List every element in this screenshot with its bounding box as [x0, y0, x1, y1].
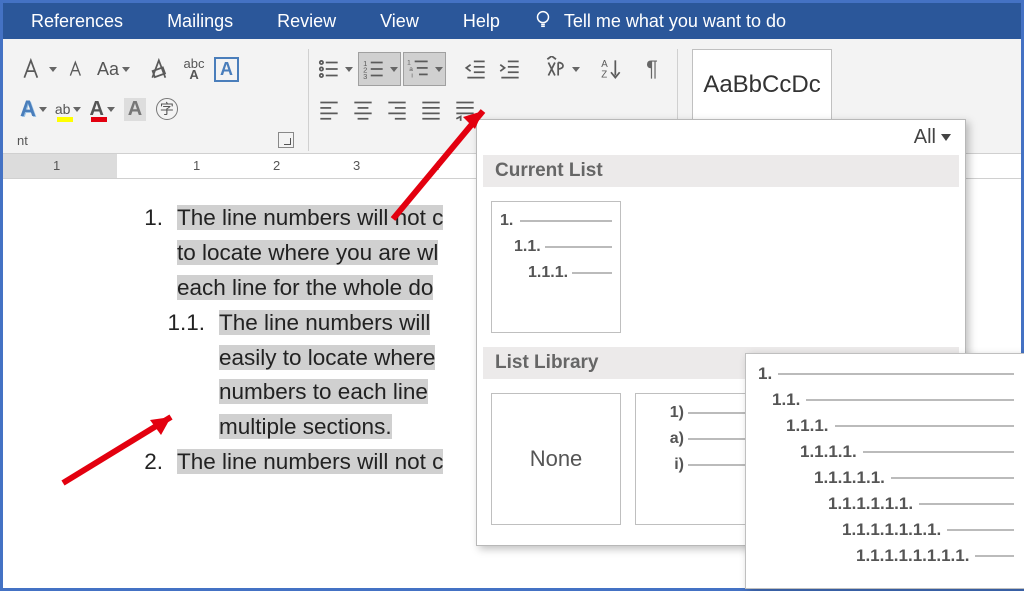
doc-text: multiple sections.	[219, 414, 392, 439]
multilevel-list-preview: 1. 1.1. 1.1.1. 1.1.1.1. 1.1.1.1.1. 1.1.1…	[745, 353, 1024, 589]
bullets-button[interactable]	[313, 52, 356, 86]
tab-references[interactable]: References	[9, 3, 145, 39]
doc-text: The line numbers will not c	[177, 449, 443, 474]
ruler-num: 1	[193, 158, 200, 173]
doc-text: each line for the whole do	[177, 275, 433, 300]
doc-text: easily to locate where	[219, 345, 435, 370]
shrink-font-button[interactable]	[62, 52, 92, 86]
grow-font-button[interactable]	[17, 52, 60, 86]
list-number: 1.	[123, 201, 177, 236]
svg-text:3: 3	[363, 72, 367, 81]
multilevel-list-button[interactable]: 1ai	[403, 52, 446, 86]
character-border-button[interactable]: A	[211, 52, 242, 86]
annotation-arrow-icon	[383, 99, 513, 229]
clear-formatting-button[interactable]	[145, 52, 177, 86]
list-library-none[interactable]: None	[491, 393, 621, 525]
change-case-button[interactable]: Aa	[94, 52, 133, 86]
text-effects-button[interactable]: A	[17, 92, 50, 126]
svg-text:i: i	[411, 73, 412, 80]
decrease-indent-button[interactable]	[460, 52, 492, 86]
font-group-label: nt	[17, 133, 28, 148]
tab-review[interactable]: Review	[255, 3, 358, 39]
tab-help[interactable]: Help	[441, 3, 522, 39]
highlight-color-button[interactable]: ab	[52, 92, 85, 126]
ruler-num: 3	[353, 158, 360, 173]
align-center-button[interactable]	[347, 92, 379, 126]
character-shading-button[interactable]: A	[120, 92, 150, 126]
ruler-num: 1	[53, 158, 60, 173]
show-paragraph-marks-button[interactable]: ¶	[637, 52, 667, 86]
svg-text:Z: Z	[601, 70, 607, 81]
align-left-button[interactable]	[313, 92, 345, 126]
doc-text: to locate where you are wl	[177, 240, 438, 265]
annotation-arrow-icon	[53, 403, 193, 493]
font-group: Aa abcA A A ab A A 字 nt	[13, 49, 309, 151]
numbering-button[interactable]: 123	[358, 52, 401, 86]
all-lists-dropdown[interactable]: All	[914, 126, 951, 149]
increase-indent-button[interactable]	[494, 52, 526, 86]
doc-text: The line numbers will	[219, 310, 430, 335]
doc-text: numbers to each line	[219, 379, 428, 404]
svg-text:A: A	[601, 59, 608, 70]
tab-view[interactable]: View	[358, 3, 441, 39]
style-normal[interactable]: AaBbCcDc	[692, 49, 832, 121]
font-color-button[interactable]: A	[86, 92, 117, 126]
ribbon-tabs-bar: References Mailings Review View Help Tel…	[3, 3, 1021, 39]
section-current-list: Current List	[483, 155, 959, 187]
phonetic-guide-button[interactable]: abcA	[179, 52, 209, 86]
tab-mailings[interactable]: Mailings	[145, 3, 255, 39]
ruler-num: 2	[273, 158, 280, 173]
font-dialog-launcher[interactable]	[278, 132, 294, 148]
list-number: 1.1.	[123, 306, 219, 341]
asian-layout-button[interactable]	[540, 52, 583, 86]
enclose-characters-button[interactable]: 字	[152, 92, 182, 126]
tell-me-search[interactable]: Tell me what you want to do	[560, 3, 808, 39]
sort-button[interactable]: AZ	[595, 52, 627, 86]
lightbulb-icon	[532, 8, 554, 35]
